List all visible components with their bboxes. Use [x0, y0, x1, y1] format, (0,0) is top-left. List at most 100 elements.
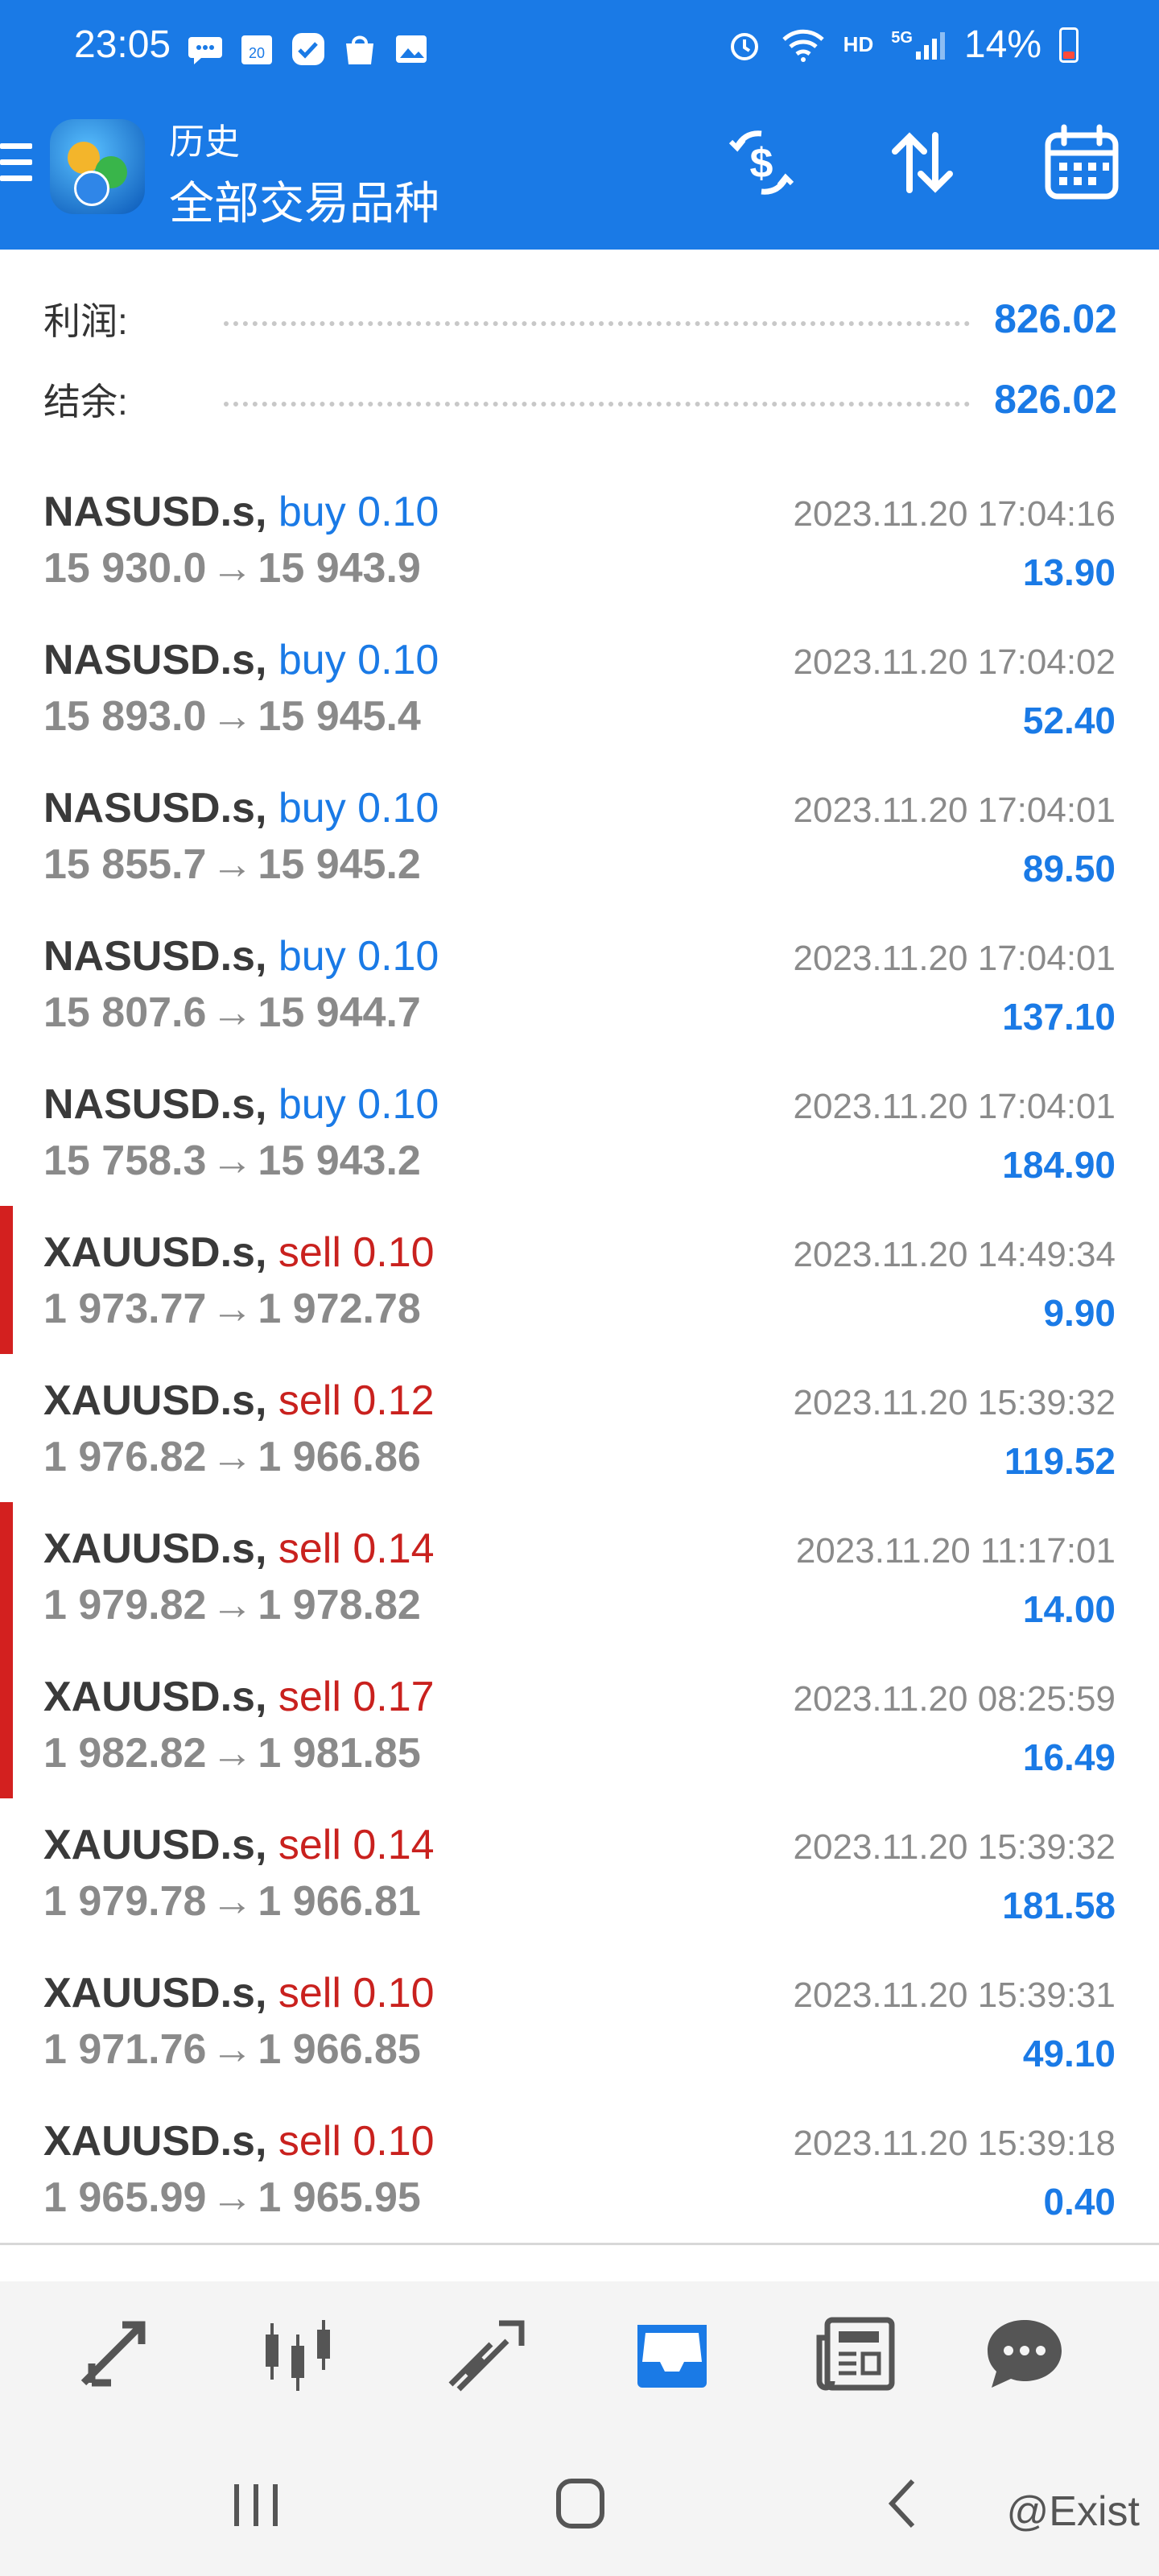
deal-prices: 1 979.78 → 1 966.81 — [43, 1877, 421, 1926]
deal-marker — [0, 1206, 13, 1354]
back-button[interactable] — [869, 2473, 942, 2537]
deal-row[interactable]: NASUSD.s, buy 0.10 15 807.6 → 15 944.7 2023.… — [0, 910, 1159, 1060]
deal-open-price: 1 979.82 — [43, 1582, 207, 1629]
deal-close-price: 1 966.81 — [258, 1878, 421, 1925]
deal-close-price: 1 978.82 — [258, 1582, 421, 1629]
deal-symbol: XAUUSD.s, — [43, 2118, 267, 2165]
deal-row[interactable]: NASUSD.s, buy 0.10 15 758.3 → 15 943.2 2023.… — [0, 1058, 1159, 1208]
deal-symbol: XAUUSD.s, — [43, 1822, 267, 1868]
arrow-icon: → — [211, 2174, 254, 2221]
recent-apps-button[interactable] — [221, 2473, 293, 2537]
balance-value: 826.02 — [994, 377, 1117, 422]
deal-profit: 0.40 — [1043, 2181, 1116, 2223]
calendar-20-icon: 20 — [241, 35, 272, 64]
nav-trend[interactable] — [443, 2314, 531, 2394]
arrow-icon: → — [211, 1434, 254, 1480]
profit-label: 利润: — [43, 300, 128, 342]
alarm-icon — [730, 32, 758, 60]
deal-type: sell 0.17 — [278, 1674, 435, 1720]
deal-title: XAUUSD.s, sell 0.14 — [43, 1821, 435, 1869]
deal-row[interactable]: XAUUSD.s, sell 0.10 1 971.76 → 1 966.85 2023… — [0, 1946, 1159, 2097]
deal-symbol: XAUUSD.s, — [43, 1674, 267, 1720]
deal-close-price: 1 972.78 — [258, 1286, 421, 1332]
network-label: 5G — [891, 28, 913, 47]
deal-row[interactable]: XAUUSD.s, sell 0.10 1 965.99 → 1 965.95 2023… — [0, 2095, 1159, 2245]
deal-prices: 1 965.99 → 1 965.95 — [43, 2174, 421, 2222]
system-navigation — [0, 2426, 1159, 2576]
deal-prices: 1 976.82 → 1 966.86 — [43, 1433, 421, 1481]
deal-open-price: 15 807.6 — [43, 989, 207, 1036]
deal-open-price: 15 930.0 — [43, 545, 207, 592]
deal-row[interactable]: NASUSD.s, buy 0.10 15 893.0 → 15 945.4 2023.… — [0, 613, 1159, 764]
balance-row: 结余: 826.02 — [43, 367, 1117, 431]
deal-time: 2023.11.20 11:17:01 — [795, 1531, 1116, 1571]
nav-quotes-chart[interactable] — [254, 2314, 343, 2394]
deal-row[interactable]: XAUUSD.s, sell 0.17 1 982.82 → 1 981.85 2023… — [0, 1650, 1159, 1801]
deal-row[interactable]: XAUUSD.s, sell 0.14 1 979.78 → 1 966.81 2023… — [0, 1798, 1159, 1949]
deal-row[interactable]: XAUUSD.s, sell 0.14 1 979.82 → 1 978.82 2023… — [0, 1502, 1159, 1653]
deal-close-price: 15 943.9 — [258, 545, 421, 592]
arrow-icon: → — [211, 1878, 254, 1925]
deal-open-price: 1 971.76 — [43, 2026, 207, 2073]
wifi-icon — [782, 29, 824, 62]
deal-row[interactable]: NASUSD.s, buy 0.10 15 855.7 → 15 945.2 2023.… — [0, 762, 1159, 912]
deal-title: XAUUSD.s, sell 0.10 — [43, 2117, 435, 2165]
deal-type: buy 0.10 — [278, 489, 439, 535]
home-icon — [556, 2479, 604, 2529]
deal-row[interactable]: XAUUSD.s, sell 0.10 1 973.77 → 1 972.78 2023… — [0, 1206, 1159, 1356]
deal-title: XAUUSD.s, sell 0.17 — [43, 1673, 435, 1721]
arrow-icon: → — [211, 545, 254, 592]
deal-profit: 137.10 — [1002, 996, 1116, 1038]
deal-profit: 119.52 — [1004, 1440, 1116, 1482]
deal-profit: 16.49 — [1022, 1736, 1116, 1778]
deal-title: NASUSD.s, buy 0.10 — [43, 784, 439, 832]
deal-prices: 1 973.77 → 1 972.78 — [43, 1285, 421, 1333]
summary-panel: 利润: 826.02 结余: 826.02 — [0, 250, 1159, 468]
deal-prices: 15 855.7 → 15 945.2 — [43, 840, 421, 889]
deal-time: 2023.11.20 15:39:31 — [793, 1975, 1116, 2015]
deal-time: 2023.11.20 17:04:01 — [793, 791, 1116, 830]
deal-symbol: NASUSD.s, — [43, 637, 267, 683]
arrow-icon: → — [211, 841, 254, 888]
deal-title: XAUUSD.s, sell 0.10 — [43, 1969, 435, 2017]
deal-type: sell 0.12 — [278, 1377, 435, 1424]
calendar-button[interactable] — [1041, 122, 1122, 203]
deal-title: NASUSD.s, buy 0.10 — [43, 636, 439, 684]
nav-news[interactable] — [813, 2314, 901, 2394]
arrow-icon: → — [211, 1286, 254, 1332]
signal-icon — [915, 31, 945, 60]
nav-trade[interactable] — [72, 2314, 161, 2394]
status-right: HD 5G 14% — [726, 23, 1079, 67]
deal-prices: 1 971.76 → 1 966.85 — [43, 2025, 421, 2074]
trend-lines-icon — [448, 2320, 525, 2392]
profit-row: 利润: 826.02 — [43, 287, 1117, 351]
deal-row[interactable]: XAUUSD.s, sell 0.12 1 976.82 → 1 966.86 2023… — [0, 1354, 1159, 1505]
deal-symbol: XAUUSD.s, — [43, 1377, 267, 1424]
arrow-icon: → — [211, 989, 254, 1036]
deal-row[interactable]: NASUSD.s, buy 0.10 15 930.0 → 15 943.9 2023.… — [0, 465, 1159, 616]
deal-symbol: NASUSD.s, — [43, 489, 267, 535]
shopping-bag-icon — [346, 35, 373, 64]
nav-history[interactable] — [628, 2314, 716, 2394]
currency-exchange-icon: $ — [728, 130, 794, 195]
home-button[interactable] — [544, 2473, 617, 2537]
deal-prices: 15 930.0 → 15 943.9 — [43, 544, 421, 592]
deal-symbol: NASUSD.s, — [43, 785, 267, 832]
nav-chat[interactable] — [980, 2314, 1069, 2394]
deal-type: sell 0.10 — [278, 2118, 435, 2165]
image-icon — [396, 35, 427, 63]
sort-button[interactable] — [882, 122, 963, 203]
currency-exchange-button[interactable]: $ — [721, 122, 802, 203]
deal-profit: 9.90 — [1043, 1292, 1116, 1334]
arrow-icon: → — [211, 1582, 254, 1629]
deal-open-price: 1 976.82 — [43, 1434, 207, 1480]
arrow-icon: → — [211, 1137, 254, 1184]
header-title[interactable]: 全部交易品种 — [169, 167, 439, 233]
app-logo — [50, 119, 145, 214]
deal-open-price: 1 973.77 — [43, 1286, 207, 1332]
deal-title: XAUUSD.s, sell 0.14 — [43, 1525, 435, 1573]
deal-close-price: 1 966.86 — [258, 1434, 421, 1480]
battery-percent: 14% — [963, 23, 1041, 66]
menu-icon[interactable] — [0, 143, 32, 185]
deal-time: 2023.11.20 17:04:02 — [793, 642, 1116, 682]
